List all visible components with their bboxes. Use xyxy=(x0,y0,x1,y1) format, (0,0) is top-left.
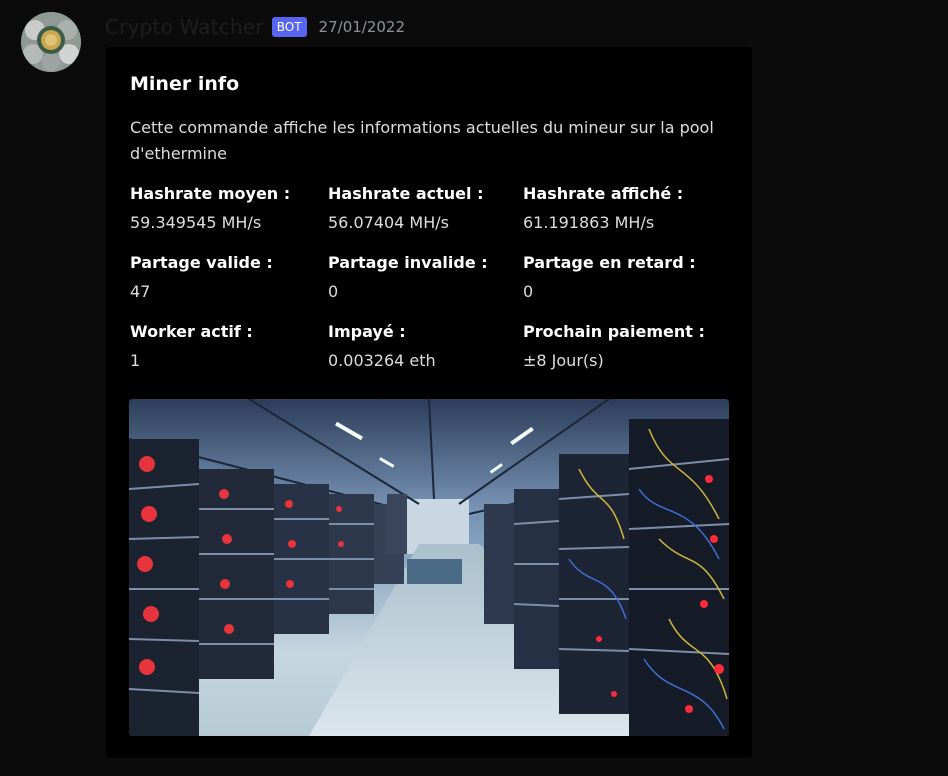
field-value: 0.003264 eth xyxy=(328,351,436,370)
field-worker-actif: Worker actif : 1 xyxy=(130,322,320,371)
embed-card: Miner info Cette commande affiche les in… xyxy=(106,47,752,758)
field-name: Partage en retard : xyxy=(523,253,696,272)
field-name: Hashrate actuel : xyxy=(328,184,484,203)
field-partage-invalide: Partage invalide : 0 xyxy=(328,253,518,302)
field-hashrate-affiche: Hashrate affiché : 61.191863 MH/s xyxy=(523,184,713,233)
field-prochain-paiement: Prochain paiement : ±8 Jour(s) xyxy=(523,322,713,371)
field-name: Worker actif : xyxy=(130,322,253,341)
field-value: ±8 Jour(s) xyxy=(523,351,604,370)
field-partage-en-retard: Partage en retard : 0 xyxy=(523,253,713,302)
bot-badge: BOT xyxy=(271,17,307,37)
field-name: Partage invalide : xyxy=(328,253,488,272)
embed-image[interactable] xyxy=(129,399,729,736)
message-timestamp: 27/01/2022 xyxy=(318,18,406,36)
field-name: Prochain paiement : xyxy=(523,322,705,341)
chat-message: Crypto Watcher BOT 27/01/2022 Miner info… xyxy=(0,0,948,776)
field-name: Hashrate moyen : xyxy=(130,184,291,203)
bot-avatar[interactable] xyxy=(21,12,81,72)
field-name: Impayé : xyxy=(328,322,406,341)
field-value: 0 xyxy=(523,282,534,301)
coin-stack-icon xyxy=(21,12,81,72)
field-value: 56.07404 MH/s xyxy=(328,213,449,232)
field-name: Hashrate affiché : xyxy=(523,184,684,203)
field-name: Partage valide : xyxy=(130,253,273,272)
field-hashrate-moyen: Hashrate moyen : 59.349545 MH/s xyxy=(130,184,320,233)
field-value: 1 xyxy=(130,351,141,370)
field-impaye: Impayé : 0.003264 eth xyxy=(328,322,518,371)
embed-title: Miner info xyxy=(130,73,240,95)
field-value: 61.191863 MH/s xyxy=(523,213,655,232)
field-value: 47 xyxy=(130,282,151,301)
mining-farm-photo xyxy=(129,399,729,736)
field-hashrate-actuel: Hashrate actuel : 56.07404 MH/s xyxy=(328,184,518,233)
message-header: Crypto Watcher BOT 27/01/2022 xyxy=(105,13,405,41)
field-value: 0 xyxy=(328,282,339,301)
embed-description: Cette commande affiche les informations … xyxy=(130,118,714,163)
field-value: 59.349545 MH/s xyxy=(130,213,262,232)
username[interactable]: Crypto Watcher xyxy=(105,15,264,39)
field-partage-valide: Partage valide : 47 xyxy=(130,253,320,302)
